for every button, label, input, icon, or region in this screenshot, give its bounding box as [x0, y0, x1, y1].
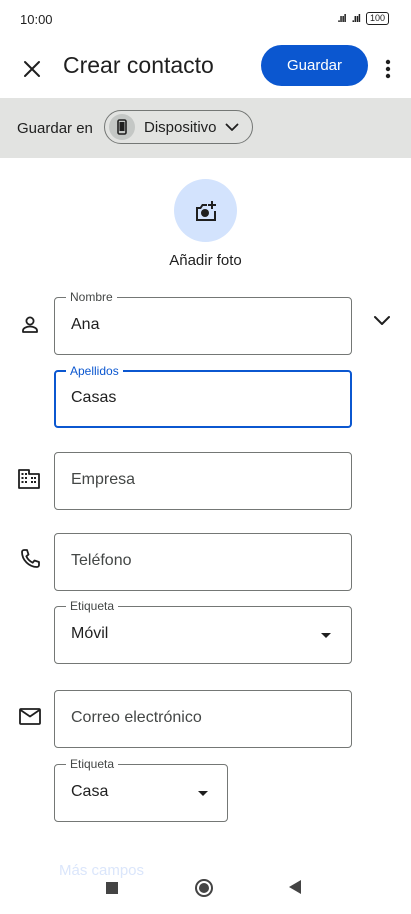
save-button[interactable]: Guardar: [261, 45, 368, 86]
email-label-select[interactable]: Etiqueta Casa: [54, 757, 228, 822]
email-label-value: Casa: [71, 783, 109, 800]
close-button[interactable]: [12, 49, 52, 89]
expand-name-button[interactable]: [370, 308, 394, 332]
account-selector-chip[interactable]: Dispositivo: [104, 110, 253, 144]
recents-button[interactable]: [106, 882, 118, 894]
back-button[interactable]: [289, 880, 301, 894]
last-name-field[interactable]: Apellidos Casas: [54, 364, 352, 428]
business-icon: [17, 467, 41, 491]
email-placeholder: Correo electrónico: [71, 709, 202, 726]
battery-icon: 100: [365, 12, 389, 25]
chevron-down-icon: [225, 123, 239, 132]
phone-label-select[interactable]: Etiqueta Móvil: [54, 599, 352, 664]
phone-label-caption: Etiqueta: [66, 599, 119, 613]
company-field[interactable]: Empresa: [54, 452, 352, 510]
save-in-bar: Guardar en Dispositivo: [0, 98, 411, 158]
first-name-label: Nombre: [66, 290, 117, 304]
dropdown-arrow-icon: [321, 633, 331, 638]
company-placeholder: Empresa: [71, 471, 136, 488]
app-bar: Crear contacto Guardar: [0, 40, 411, 98]
last-name-label: Apellidos: [66, 364, 123, 378]
home-button[interactable]: [195, 879, 213, 897]
chevron-down-icon: [374, 315, 390, 325]
signal-icon: .ııl: [351, 12, 361, 25]
close-icon: [24, 61, 40, 77]
status-bar: 10:00 .ııl .ııl 100: [0, 0, 411, 40]
add-photo-button[interactable]: [174, 179, 237, 242]
email-label-caption: Etiqueta: [66, 757, 119, 771]
signal-icon: .ııl: [337, 12, 347, 25]
phone-placeholder: Teléfono: [71, 552, 132, 569]
page-title: Crear contacto: [63, 52, 214, 78]
first-name-field[interactable]: Nombre Ana: [54, 290, 352, 355]
person-icon: [18, 313, 42, 337]
last-name-value: Casas: [71, 389, 117, 406]
phone-icon: [18, 547, 42, 571]
phone-field[interactable]: Teléfono: [54, 533, 352, 591]
status-time: 10:00: [20, 12, 53, 27]
phone-label-value: Móvil: [71, 625, 109, 642]
home-icon: [199, 883, 209, 893]
email-icon: [18, 704, 42, 728]
email-field[interactable]: Correo electrónico: [54, 690, 352, 748]
add-photo-icon: [195, 200, 216, 221]
first-name-value: Ana: [71, 316, 100, 333]
phone-device-icon: [109, 114, 135, 140]
add-photo-label: Añadir foto: [169, 252, 242, 269]
dropdown-arrow-icon: [198, 791, 208, 796]
more-vert-icon: [385, 59, 391, 79]
system-nav-bar: [0, 870, 411, 914]
more-options-button[interactable]: [374, 49, 402, 89]
save-in-label: Guardar en: [17, 120, 93, 137]
status-icons: .ııl .ııl 100: [337, 12, 389, 25]
account-name: Dispositivo: [144, 118, 217, 136]
